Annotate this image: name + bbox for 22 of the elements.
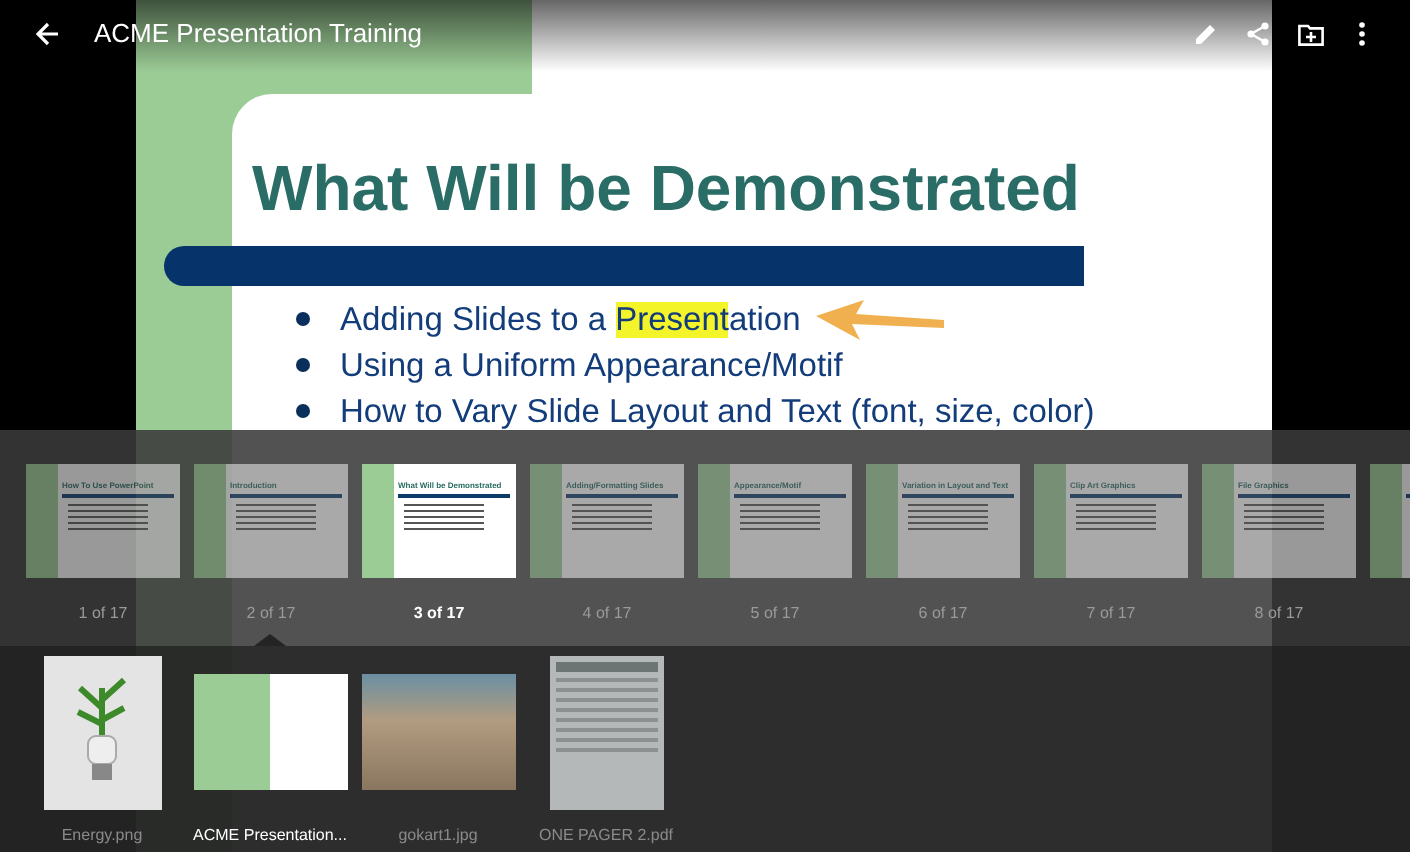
slide-title: What Will be Demonstrated [252, 150, 1080, 228]
slide-number-label: 4 of 17 [582, 602, 632, 626]
slide-number-label: 7 of 17 [1086, 602, 1136, 626]
share-button[interactable] [1242, 18, 1274, 50]
file-name[interactable]: Energy.png [61, 824, 143, 848]
slide-number-label: 3 of 17 [413, 602, 465, 626]
pencil-icon [1194, 22, 1218, 46]
slide-number-label: 5 of 17 [750, 602, 800, 626]
slide-number-label: 2 of 17 [246, 602, 296, 626]
file-name[interactable]: ACME Presentation... [193, 824, 347, 848]
more-icon [1358, 22, 1366, 46]
bullet-text: How to Vary Slide Layout and Text (font, size, color) [340, 391, 1095, 431]
window-title: ACME Presentation Training [94, 16, 423, 53]
back-button[interactable] [32, 18, 64, 50]
folder-plus-icon [1297, 23, 1323, 45]
bullet-text: Using a Uniform Appearance/Motif [340, 345, 843, 385]
file-name[interactable]: gokart1.jpg [398, 824, 478, 848]
slide-number-label: 8 of 17 [1254, 602, 1304, 626]
slide-number-label: 6 of 17 [918, 602, 968, 626]
back-arrow-icon [36, 22, 60, 46]
file-name[interactable]: ONE PAGER 2.pdf [539, 824, 673, 848]
slide-number-label: 1 of 17 [78, 602, 128, 626]
